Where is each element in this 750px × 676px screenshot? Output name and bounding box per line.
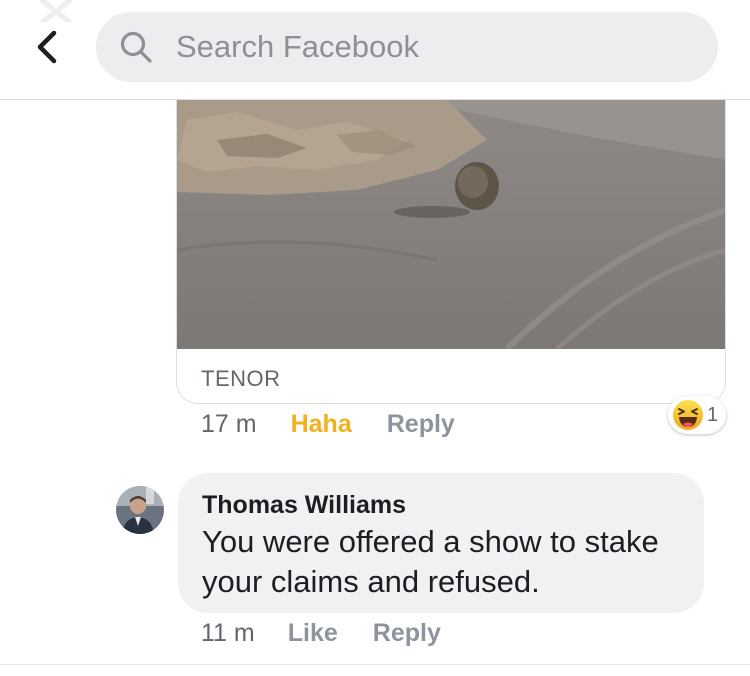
back-button[interactable] — [22, 22, 72, 72]
reaction-count: 1 — [707, 403, 719, 426]
comment-text: You were offered a show to stake your cl… — [202, 524, 659, 599]
like-button[interactable]: Like — [288, 619, 338, 648]
comment-bubble[interactable]: Thomas Williams You were offered a show … — [178, 473, 704, 613]
gif-comment-actions: 17 m Haha Reply — [201, 410, 455, 439]
gif-image[interactable] — [177, 100, 726, 349]
close-icon — [39, 0, 73, 22]
haha-reaction-icon — [673, 400, 703, 430]
gif-attachment[interactable]: TENOR — [176, 100, 726, 404]
search-input[interactable] — [176, 29, 676, 65]
search-icon — [118, 29, 154, 65]
haha-reaction-button[interactable]: Haha — [291, 410, 352, 439]
gif-source-label: TENOR — [201, 366, 281, 391]
back-arrow-icon — [37, 30, 57, 64]
divider — [0, 664, 750, 665]
reply-button[interactable]: Reply — [387, 410, 455, 439]
top-bar — [0, 0, 750, 100]
avatar[interactable] — [116, 486, 164, 534]
comment-actions: 11 m Like Reply — [201, 619, 441, 648]
timestamp[interactable]: 11 m — [201, 619, 255, 648]
reply-button[interactable]: Reply — [373, 619, 441, 648]
comment-author[interactable]: Thomas Williams — [202, 491, 680, 520]
timestamp[interactable]: 17 m — [201, 410, 257, 439]
profile-photo — [116, 486, 164, 534]
search-bar[interactable] — [96, 12, 718, 82]
reaction-summary[interactable]: 1 — [668, 396, 727, 434]
